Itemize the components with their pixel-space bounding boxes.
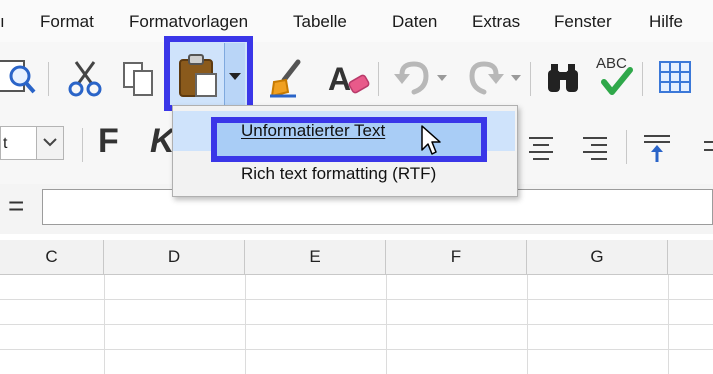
toolbar-separator bbox=[378, 62, 379, 96]
formula-symbol[interactable]: = bbox=[8, 190, 24, 222]
clone-formatting-icon[interactable] bbox=[266, 56, 308, 100]
bold-button[interactable]: F bbox=[98, 122, 119, 161]
align-center-icon[interactable] bbox=[526, 134, 556, 164]
cut-icon[interactable] bbox=[66, 58, 104, 98]
toolbar-separator bbox=[48, 62, 49, 96]
column-header-row: C D E F G bbox=[0, 240, 713, 275]
italic-button[interactable]: K bbox=[150, 122, 175, 161]
find-replace-icon[interactable] bbox=[544, 58, 582, 98]
grid-col-line bbox=[245, 275, 246, 374]
undo-icon[interactable] bbox=[392, 58, 432, 98]
font-size-value: t bbox=[3, 135, 8, 152]
print-preview-icon[interactable] bbox=[0, 58, 40, 98]
align-top-icon[interactable] bbox=[640, 130, 674, 166]
column-header-g[interactable]: G bbox=[527, 240, 668, 274]
grid-row-line bbox=[0, 299, 713, 300]
mouse-cursor-icon bbox=[421, 125, 441, 155]
menu-item-label: Unformatierter Text bbox=[241, 121, 386, 140]
grid-icon[interactable] bbox=[656, 58, 713, 98]
spellcheck-icon[interactable]: ABC bbox=[594, 52, 636, 100]
redo-dropdown-icon[interactable] bbox=[510, 74, 522, 82]
cell-grid[interactable] bbox=[0, 275, 713, 374]
toolbar-separator bbox=[530, 62, 531, 96]
column-header-c[interactable]: C bbox=[0, 240, 104, 274]
menu-tabelle[interactable]: Tabelle bbox=[293, 12, 347, 32]
menu-item-label: Rich text formatting (RTF) bbox=[241, 164, 437, 183]
menu-formatvorlagen[interactable]: Formatvorlagen bbox=[129, 12, 248, 32]
toolbar-separator bbox=[82, 128, 83, 162]
menu-item-unformatted-text[interactable]: Unformatierter Text bbox=[173, 111, 515, 162]
column-header-partial[interactable] bbox=[668, 240, 713, 274]
grid-col-line bbox=[386, 275, 387, 374]
grid-col-line bbox=[104, 275, 105, 374]
undo-dropdown-icon[interactable] bbox=[436, 74, 448, 82]
grid-row-line bbox=[0, 349, 713, 350]
toolbar-overflow-icon[interactable] bbox=[700, 134, 713, 164]
column-header-f[interactable]: F bbox=[386, 240, 527, 274]
menu-daten[interactable]: Daten bbox=[392, 12, 437, 32]
menu-fenster[interactable]: Fenster bbox=[554, 12, 612, 32]
font-size-combo[interactable]: t bbox=[0, 126, 64, 160]
column-header-e[interactable]: E bbox=[245, 240, 386, 274]
redo-icon[interactable] bbox=[466, 58, 506, 98]
menu-format[interactable]: Format bbox=[40, 12, 94, 32]
toolbar-separator bbox=[642, 62, 643, 96]
align-right-icon[interactable] bbox=[580, 134, 610, 164]
menu-extras[interactable]: Extras bbox=[472, 12, 520, 32]
paste-icon[interactable] bbox=[176, 52, 220, 100]
toolbar-separator bbox=[626, 130, 627, 164]
spellcheck-label: ABC bbox=[596, 55, 627, 72]
copy-icon[interactable] bbox=[120, 58, 158, 98]
grid-row-line bbox=[0, 324, 713, 325]
font-size-dropdown-button[interactable] bbox=[36, 127, 63, 159]
svg-text:A: A bbox=[328, 61, 351, 97]
grid-col-line bbox=[668, 275, 669, 374]
paste-dropdown-arrow-icon[interactable] bbox=[228, 72, 242, 82]
clear-formatting-icon[interactable]: A bbox=[326, 56, 370, 100]
menu-item-rtf[interactable]: Rich text formatting (RTF) bbox=[173, 154, 515, 194]
menu-bar: ı Format Formatvorlagen Tabelle Daten Ex… bbox=[0, 0, 713, 42]
grid-col-line bbox=[527, 275, 528, 374]
menu-hilfe[interactable]: Hilfe bbox=[649, 12, 683, 32]
menu-partial: ı bbox=[0, 12, 5, 31]
chevron-down-icon bbox=[43, 138, 57, 147]
paste-special-dropdown: Unformatierter Text Rich text formatting… bbox=[172, 105, 518, 197]
column-header-d[interactable]: D bbox=[104, 240, 245, 274]
